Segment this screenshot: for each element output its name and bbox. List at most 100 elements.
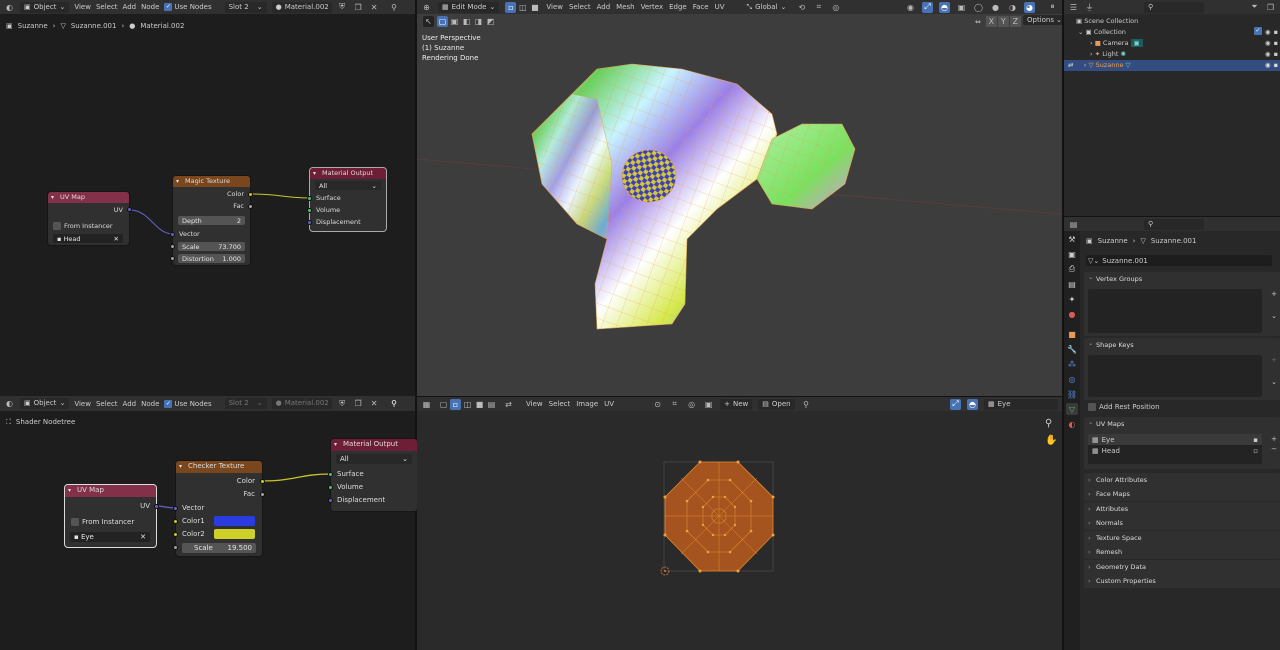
plus-icon[interactable]: + xyxy=(1271,356,1277,364)
object-tab-icon[interactable]: ■ xyxy=(1066,328,1078,340)
pin-icon[interactable]: ⚲ xyxy=(801,399,812,410)
shape-keys-list[interactable] xyxy=(1088,355,1262,397)
menu-edge[interactable]: Edge xyxy=(669,3,687,11)
color-attributes-header[interactable]: Color Attributes xyxy=(1084,473,1280,487)
volume-input-socket[interactable] xyxy=(328,485,333,490)
editor-type-icon[interactable]: ⊕ xyxy=(421,2,432,13)
gizmo-icon[interactable]: ⤢ xyxy=(950,398,961,410)
outliner-row-suzanne[interactable]: ⇄ › ▽ Suzanne ▽ ◉ ▪ xyxy=(1064,60,1280,71)
physics-tab-icon[interactable]: ◎ xyxy=(1066,373,1078,385)
output-tab-icon[interactable]: ⎙ xyxy=(1066,263,1078,275)
fac-output-socket[interactable] xyxy=(260,492,265,497)
geometry-data-panel[interactable]: Geometry Data xyxy=(1084,560,1280,574)
material-output-node[interactable]: Material Output All ⌄ Surface Volume Disp… xyxy=(307,168,386,231)
uv-map-item-head[interactable]: ▦ Head ▫ xyxy=(1088,445,1262,456)
visibility-icon[interactable]: ◉ xyxy=(905,2,916,13)
camera-icon[interactable]: ▪ xyxy=(1274,49,1278,60)
render-tab-icon[interactable]: ▣ xyxy=(1066,248,1078,260)
menu-select[interactable]: Select xyxy=(569,3,591,11)
texture-space-header[interactable]: Texture Space xyxy=(1084,531,1280,545)
proportional-edit-icon[interactable]: ◎ xyxy=(686,399,697,410)
menu-view[interactable]: View xyxy=(526,400,543,408)
target-dropdown[interactable]: All ⌄ xyxy=(336,454,412,464)
camera-icon[interactable]: ▪ xyxy=(1274,60,1278,71)
vertex-groups-header[interactable]: Vertex Groups xyxy=(1084,270,1280,286)
scale-input-socket[interactable] xyxy=(173,545,178,550)
color-output-socket[interactable] xyxy=(260,479,265,484)
vertex-groups-list[interactable] xyxy=(1088,289,1262,333)
scene-tab-icon[interactable]: ✦ xyxy=(1066,293,1078,305)
material-tab-icon[interactable]: ◐ xyxy=(1066,418,1078,430)
open-image-button[interactable]: ▤ Open xyxy=(758,398,795,410)
outliner-row-camera[interactable]: › ■ Camera ▣ ◉ ▪ xyxy=(1064,38,1280,49)
shape-keys-header[interactable]: Shape Keys xyxy=(1084,336,1280,352)
minus-icon[interactable]: − xyxy=(1271,445,1277,453)
normals-panel[interactable]: Normals xyxy=(1084,516,1280,530)
constraints-tab-icon[interactable]: ⛓ xyxy=(1066,388,1078,400)
overlay-icon[interactable]: ◓ xyxy=(967,398,978,410)
surface-input-socket[interactable] xyxy=(307,196,312,201)
distortion-input-socket[interactable] xyxy=(170,256,175,261)
pivot-icon[interactable]: ⟲ xyxy=(796,2,807,13)
menu-mesh[interactable]: Mesh xyxy=(616,3,634,11)
material-shading-icon[interactable]: ◑ xyxy=(1007,2,1018,13)
camera-icon[interactable]: ▪ xyxy=(1253,436,1258,444)
uv-map-node[interactable]: UV Map UV From Instancer ▪ Eye ✕ xyxy=(65,485,159,547)
menu-uv[interactable]: UV xyxy=(604,400,614,408)
gizmo-icon[interactable]: ⤢ xyxy=(922,1,933,13)
texture-space-panel[interactable]: Texture Space xyxy=(1084,531,1280,545)
edge-select-icon[interactable]: ◫ xyxy=(517,2,528,13)
eye-icon[interactable]: ◉ xyxy=(1265,60,1271,71)
camera-icon[interactable]: ▪ xyxy=(1274,27,1278,38)
material-output-node[interactable]: Material Output All ⌄ Surface Volume Disp… xyxy=(328,439,417,511)
proportional-edit-icon[interactable]: ◎ xyxy=(830,2,841,13)
chevron-down-icon[interactable]: ⌄ xyxy=(1271,378,1277,386)
volume-input-socket[interactable] xyxy=(307,208,312,213)
scale-field[interactable]: Scale 73.700 xyxy=(178,242,245,251)
scale-field[interactable]: Scale 19.500 xyxy=(182,543,256,553)
outliner-row-collection[interactable]: ⌄ ▣ Collection ✓ ◉ ▪ xyxy=(1064,27,1280,38)
color1-swatch[interactable] xyxy=(214,516,255,526)
color-output-socket[interactable] xyxy=(248,192,253,197)
edit-mode-icon[interactable]: ⇄ xyxy=(1068,61,1073,69)
vector-input-socket[interactable] xyxy=(170,232,175,237)
eye-icon[interactable]: ◉ xyxy=(1265,27,1271,38)
scale-input-socket[interactable] xyxy=(170,244,175,249)
eye-icon[interactable]: ◉ xyxy=(1265,49,1271,60)
uv-map-node[interactable]: UV Map UV From Instancer ▪ Head ✕ xyxy=(48,192,132,245)
close-icon[interactable]: ✕ xyxy=(140,533,146,541)
normals-header[interactable]: Normals xyxy=(1084,516,1280,530)
plus-icon[interactable]: + xyxy=(1271,435,1277,443)
close-icon[interactable]: ✕ xyxy=(114,235,119,243)
menu-uv[interactable]: UV xyxy=(715,3,725,11)
solid-shading-icon[interactable]: ● xyxy=(990,2,1001,13)
checkbox-icon[interactable]: ✓ xyxy=(1253,27,1262,35)
target-dropdown[interactable]: All ⌄ xyxy=(315,181,381,190)
attributes-panel[interactable]: Attributes xyxy=(1084,502,1280,516)
remesh-header[interactable]: Remesh xyxy=(1084,545,1280,559)
uv-map-item-eye[interactable]: ▦ Eye ▪ xyxy=(1088,434,1262,445)
menu-add[interactable]: Add xyxy=(597,3,611,11)
color1-input-socket[interactable] xyxy=(173,519,178,524)
modifier-tab-icon[interactable]: 🔧 xyxy=(1066,343,1078,355)
menu-image[interactable]: Image xyxy=(576,400,598,408)
edge-select-icon[interactable]: ◫ xyxy=(462,399,473,410)
camera-icon[interactable]: ▪ xyxy=(1274,38,1278,49)
properties-search[interactable]: ⚲ xyxy=(1144,218,1204,230)
uv-maps-header[interactable]: UV Maps xyxy=(1084,415,1280,431)
uv-map-field[interactable]: ▪ Eye ✕ xyxy=(70,532,150,542)
from-instancer-checkbox[interactable]: From Instancer xyxy=(53,222,113,230)
overlay-icon[interactable]: ◓ xyxy=(939,1,950,13)
add-rest-position-checkbox[interactable]: Add Rest Position xyxy=(1088,403,1160,411)
depth-field[interactable]: Depth 2 xyxy=(178,216,245,225)
uv-editor-view[interactable]: ⚲ ✋ xyxy=(417,411,1062,650)
tool-tab-icon[interactable]: ⚒ xyxy=(1066,233,1078,245)
color2-swatch[interactable] xyxy=(214,529,255,539)
remesh-panel[interactable]: Remesh xyxy=(1084,545,1280,559)
mesh-data-tab-icon[interactable]: ▽ xyxy=(1066,403,1078,415)
face-maps-panel[interactable]: Face Maps xyxy=(1084,487,1280,501)
uv-map-selector[interactable]: ▦ Eye xyxy=(984,398,1058,410)
menu-view[interactable]: View xyxy=(546,3,563,11)
distortion-field[interactable]: Distortion 1.000 xyxy=(178,254,245,263)
pivot-icon[interactable]: ⊙ xyxy=(652,399,663,410)
